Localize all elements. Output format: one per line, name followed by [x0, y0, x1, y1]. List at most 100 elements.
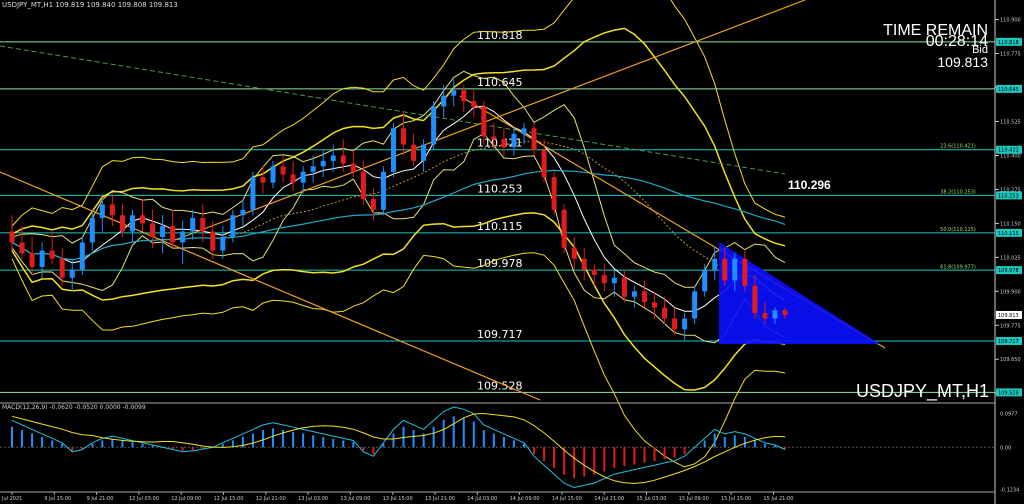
candle-body	[692, 291, 698, 319]
macd-bar	[462, 418, 465, 448]
macd-bar	[563, 447, 566, 475]
macd-bar	[663, 447, 666, 460]
candle-body	[29, 253, 35, 267]
candle-body	[270, 166, 276, 183]
axis-tick-label: 110.900	[1000, 18, 1021, 24]
candle-body	[521, 128, 527, 134]
candle-body	[411, 144, 417, 161]
macd-bar	[342, 440, 345, 448]
macd-bar	[392, 433, 395, 448]
time-tick-label: 13 Jul 09:00	[340, 496, 370, 502]
macd-bar	[191, 447, 194, 451]
macd-bar	[121, 440, 124, 448]
candle-body	[200, 217, 206, 232]
macd-bar	[623, 447, 626, 467]
highlight-price: 110.296	[788, 178, 831, 192]
macd-bar	[633, 447, 636, 465]
candle-body	[280, 166, 286, 175]
candle-body	[461, 90, 467, 102]
macd-bar	[251, 433, 254, 448]
candle-body	[99, 204, 105, 218]
candle-body	[390, 128, 396, 172]
candle-body	[511, 133, 517, 148]
macd-bar	[703, 440, 706, 448]
time-tick-label: 15 Jul 15:00	[721, 496, 751, 502]
macd-bar	[101, 440, 104, 448]
candle-body	[19, 242, 25, 254]
time-tick-label: 14 Jul 15:00	[552, 496, 582, 502]
candle-body	[260, 177, 266, 183]
candle-body	[581, 258, 587, 270]
macd-bar	[502, 436, 505, 448]
time-tick-label: 14 Jul 03:00	[467, 496, 497, 502]
macd-bar	[261, 430, 264, 448]
candle-body	[501, 139, 507, 148]
time-tick-label: 14 Jul 21:00	[594, 496, 624, 502]
macd-bar	[763, 443, 766, 448]
candle-body	[49, 250, 55, 259]
axis-tick-label: 109.650	[1000, 357, 1021, 363]
candle-body	[531, 128, 537, 151]
level-label: 110.115	[477, 220, 523, 233]
macd-bar	[322, 436, 325, 448]
axis-price-tag-label: 110.645	[998, 87, 1019, 93]
macd-bar	[492, 433, 495, 448]
macd-bar	[472, 421, 475, 448]
macd-bar	[151, 445, 154, 448]
candle-body	[210, 231, 216, 251]
macd-bar	[713, 433, 716, 448]
candle-body	[119, 215, 125, 232]
candle-body	[451, 90, 457, 96]
candle-body	[250, 177, 256, 210]
candle-body	[109, 204, 115, 216]
axis-tick-label: 110.400	[1000, 153, 1021, 159]
macd-bar	[61, 443, 64, 448]
candle-body	[672, 318, 678, 330]
macd-bar	[31, 433, 34, 448]
macd-bar	[603, 447, 606, 472]
time-tick-label: 12 Jul 15:00	[214, 496, 244, 502]
macd-bar	[272, 428, 275, 448]
candle-body	[79, 242, 85, 270]
candle-body	[340, 155, 346, 164]
macd-bar	[573, 447, 576, 479]
candle-body	[401, 128, 407, 145]
axis-price-tag-label: 109.528	[998, 390, 1019, 396]
bid-value: 109.813	[937, 54, 988, 70]
macd-bar	[41, 436, 44, 448]
macd-bar	[583, 447, 586, 477]
candle-body	[320, 160, 326, 167]
candle-body	[330, 155, 336, 161]
candle-body	[782, 310, 788, 315]
candle-body	[651, 302, 657, 308]
time-tick-label: 12 Jul 09:00	[171, 496, 201, 502]
macd-bar	[221, 443, 224, 448]
fib-label: 38.2(110.253)	[940, 189, 976, 195]
macd-bar	[362, 447, 365, 451]
macd-bar	[442, 419, 445, 448]
axis-tick-label: 109.900	[1000, 289, 1021, 295]
candle-body	[380, 171, 386, 210]
level-label: 109.717	[477, 328, 523, 341]
candle-body	[140, 215, 146, 224]
candle-body	[551, 177, 557, 210]
candle-body	[541, 150, 547, 178]
candle-body	[712, 258, 718, 270]
macd-bar	[412, 430, 415, 448]
macd-bar	[553, 447, 556, 468]
macd-bar	[11, 426, 13, 448]
candle-body	[220, 236, 226, 251]
candle-body	[722, 258, 728, 281]
time-tick-label: 12 Jul 03:00	[129, 496, 159, 502]
candle-body	[190, 217, 196, 232]
candle-body	[702, 269, 708, 292]
candle-body	[491, 136, 497, 140]
candle-body	[621, 277, 627, 297]
macd-bar	[181, 447, 184, 451]
axis-price-tag-label: 110.421	[998, 148, 1019, 154]
macd-bar	[673, 447, 676, 458]
macd-bar	[432, 426, 435, 448]
time-tick-label: 9 Jul 21:00	[87, 496, 114, 502]
price-chart[interactable]: 110.818 110.645 110.421 110.253 110.115 109.9…	[0, 0, 1024, 504]
candle-body	[59, 258, 65, 278]
